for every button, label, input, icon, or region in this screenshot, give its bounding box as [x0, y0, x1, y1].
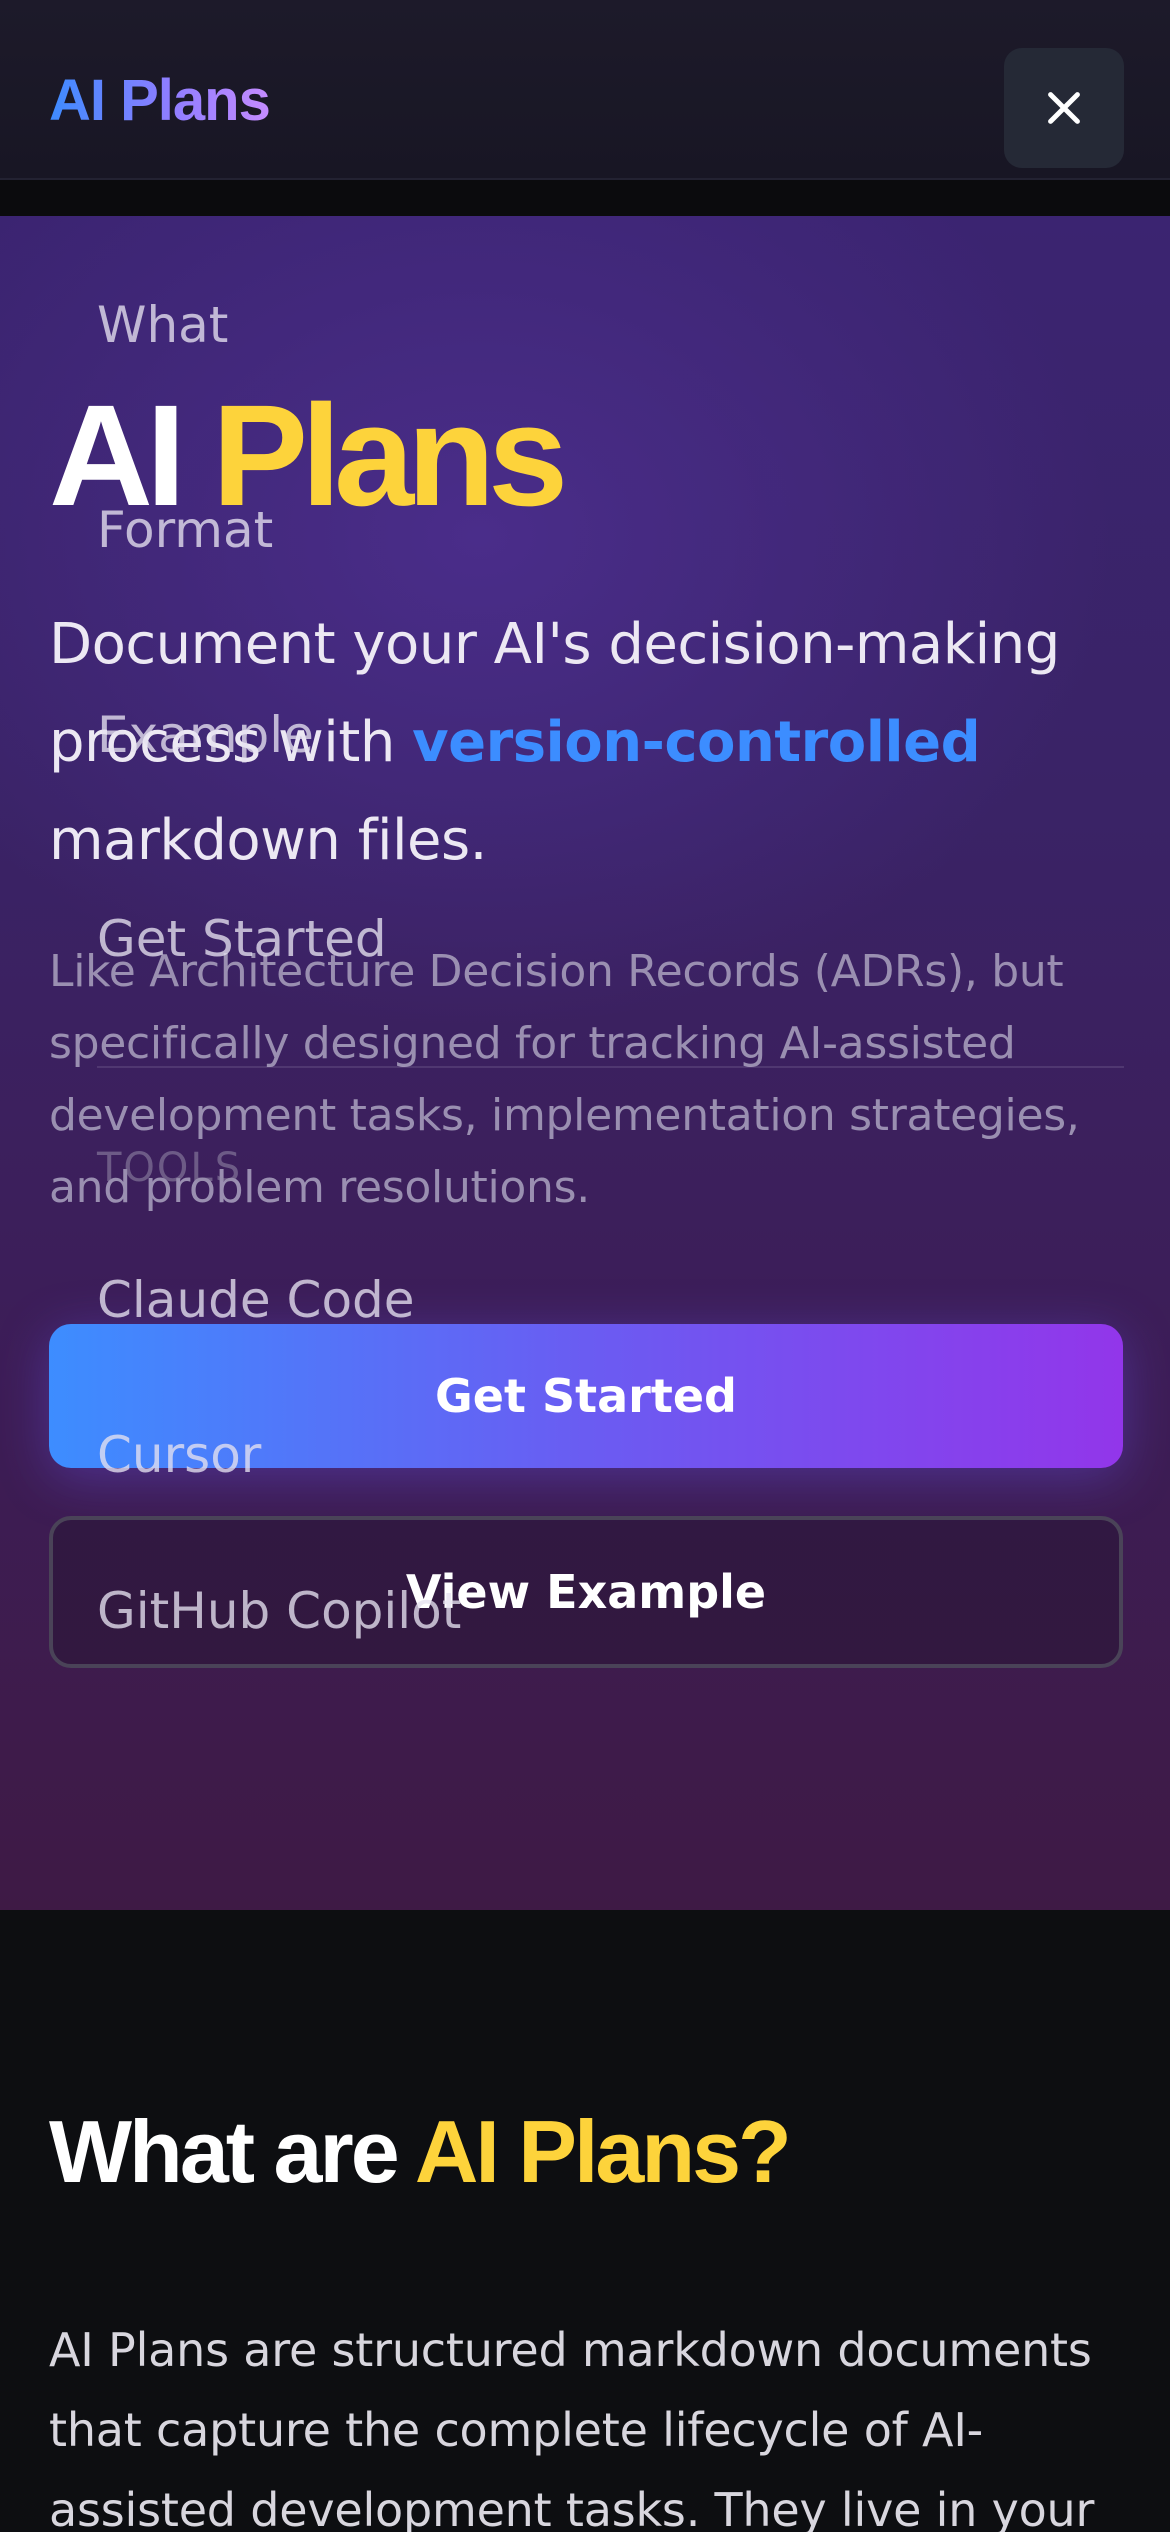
close-menu-button[interactable] — [1004, 48, 1124, 168]
what-section-body: AI Plans are structured markdown documen… — [49, 2323, 1095, 2532]
logo[interactable]: AI Plans — [49, 72, 271, 130]
menu-item-what[interactable]: What — [97, 300, 228, 350]
hero-section: AI Plans Document your AI's decision-mak… — [0, 216, 1170, 1910]
what-title-white: What are — [49, 2102, 400, 2201]
menu-item-claude-code[interactable]: Claude Code — [97, 1275, 415, 1325]
menu-item-get-started[interactable]: Get Started — [97, 914, 387, 964]
hero-description-highlight: version-controlled — [412, 710, 981, 775]
header: AI Plans — [0, 0, 1170, 180]
hero-subtext: Like Architecture Decision Records (ADRs… — [49, 946, 1080, 1213]
menu-item-example[interactable]: Example — [97, 710, 314, 760]
header-divider — [0, 180, 1170, 216]
what-section: What are AI Plans? AI Plans are structur… — [0, 1910, 1170, 2532]
what-section-title: What are AI Plans? — [49, 2108, 792, 2196]
what-title-yellow: AI Plans? — [414, 2102, 792, 2201]
page: AI Plans AI Plans Document your AI's dec… — [0, 0, 1170, 2532]
close-icon — [1048, 92, 1080, 124]
menu-item-cursor[interactable]: Cursor — [97, 1430, 261, 1480]
hero-description-end: markdown files. — [49, 808, 487, 873]
menu-item-format[interactable]: Format — [97, 505, 273, 555]
menu-item-github-copilot[interactable]: GitHub Copilot — [97, 1586, 461, 1636]
